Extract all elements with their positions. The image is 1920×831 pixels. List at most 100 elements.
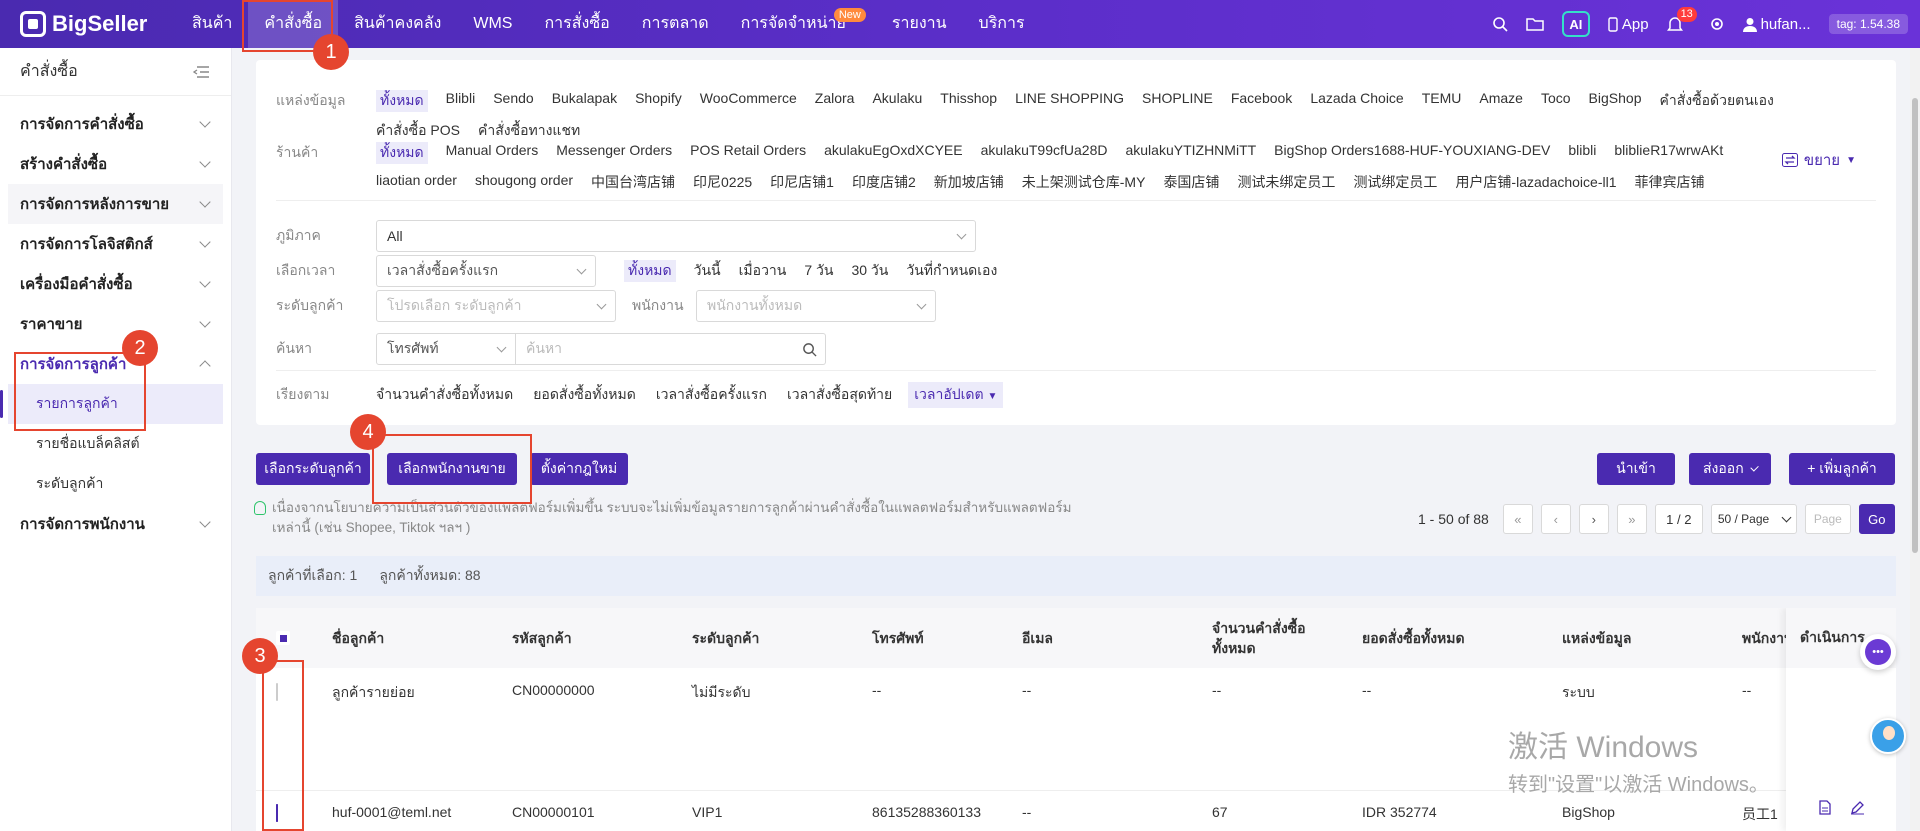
- document-icon[interactable]: [1818, 800, 1832, 815]
- page-jump-input[interactable]: Page: [1804, 504, 1851, 534]
- nav-reports[interactable]: รายงาน: [876, 0, 963, 48]
- expand-stores-button[interactable]: ขยาย ▼: [1781, 148, 1856, 172]
- sidebar-item-customer-level[interactable]: ระดับลูกค้า: [0, 464, 231, 504]
- search-icon[interactable]: [1492, 16, 1508, 32]
- store-option[interactable]: 未上架测试仓库-MY: [1022, 172, 1146, 192]
- staff-select[interactable]: พนักงานทั้งหมด: [696, 290, 936, 322]
- import-button[interactable]: นำเข้า: [1597, 453, 1675, 485]
- last-page-icon[interactable]: »: [1616, 504, 1647, 534]
- source-option[interactable]: Thisshop: [940, 90, 997, 112]
- table-row[interactable]: huf-0001@teml.net CN00000101 VIP1 861352…: [256, 791, 1896, 831]
- source-option[interactable]: Toco: [1541, 90, 1571, 112]
- sort-option-update-time[interactable]: เวลาอัปเดต ▼: [908, 382, 1004, 408]
- search-type-select[interactable]: โทรศัพท์: [376, 333, 516, 365]
- set-customer-level-button[interactable]: เลือกระดับลูกค้า: [256, 453, 370, 485]
- nav-purchasing[interactable]: การสั่งซื้อ: [528, 0, 625, 48]
- bigseller-logo[interactable]: BigSeller: [0, 11, 176, 37]
- nav-products[interactable]: สินค้า: [176, 0, 248, 48]
- store-option[interactable]: akulakuEgOxdXCYEE: [824, 142, 963, 164]
- app-download-link[interactable]: App: [1608, 16, 1649, 33]
- store-option[interactable]: blibli: [1568, 142, 1596, 164]
- store-option[interactable]: Manual Orders: [446, 142, 539, 164]
- store-option[interactable]: 印尼0225: [693, 172, 752, 192]
- nav-marketing[interactable]: การตลาด: [626, 0, 725, 48]
- folder-icon[interactable]: [1526, 16, 1544, 32]
- search-input[interactable]: ค้นหา: [516, 333, 826, 365]
- time-range-option[interactable]: 30 วัน: [851, 260, 888, 282]
- region-select[interactable]: All: [376, 220, 976, 252]
- source-option[interactable]: Amaze: [1479, 90, 1523, 112]
- source-option[interactable]: SHOPLINE: [1142, 90, 1213, 112]
- source-option[interactable]: Facebook: [1231, 90, 1292, 112]
- source-option[interactable]: Shopify: [635, 90, 682, 112]
- source-option[interactable]: คำสั่งซื้อ POS: [376, 120, 460, 142]
- time-range-option[interactable]: 7 วัน: [804, 260, 833, 282]
- sidebar-group-order-tools[interactable]: เครื่องมือคำสั่งซื้อ: [0, 264, 231, 304]
- customer-level-select[interactable]: โปรดเลือก ระดับลูกค้า: [376, 290, 616, 322]
- sort-option[interactable]: เวลาสั่งซื้อครั้งแรก: [656, 384, 767, 406]
- store-option[interactable]: 用户店铺-lazadachoice-ll1: [1455, 172, 1616, 192]
- export-button[interactable]: ส่งออก: [1689, 453, 1771, 485]
- source-option[interactable]: LINE SHOPPING: [1015, 90, 1124, 112]
- store-option[interactable]: 测试未绑定员工: [1237, 172, 1335, 192]
- store-option[interactable]: 印尼店铺1: [770, 172, 834, 192]
- sort-option[interactable]: เวลาสั่งซื้อสุดท้าย: [787, 384, 892, 406]
- store-option[interactable]: akulakuYTIZHNMiTT: [1125, 142, 1256, 164]
- nav-distribution[interactable]: การจัดจำหน่าย New: [725, 0, 866, 48]
- next-page-icon[interactable]: ›: [1578, 504, 1609, 534]
- sidebar-group-order-management[interactable]: การจัดการคำสั่งซื้อ: [0, 104, 231, 144]
- store-option[interactable]: bliblieR17wrwAKt: [1614, 142, 1723, 164]
- go-button[interactable]: Go: [1858, 504, 1895, 534]
- scrollbar-thumb[interactable]: [1912, 98, 1918, 553]
- store-option[interactable]: liaotian order: [376, 172, 457, 192]
- select-all-checkbox[interactable]: [276, 608, 290, 668]
- ai-assistant-button[interactable]: AI: [1561, 11, 1590, 37]
- prev-page-icon[interactable]: ‹: [1540, 504, 1571, 534]
- store-option[interactable]: 印度店铺2: [852, 172, 916, 192]
- page-scrollbar[interactable]: [1910, 48, 1920, 831]
- store-option[interactable]: 泰国店铺: [1163, 172, 1219, 192]
- source-option[interactable]: Sendo: [493, 90, 533, 112]
- nav-inventory[interactable]: สินค้าคงคลัง: [338, 0, 457, 48]
- store-option[interactable]: shougong order: [475, 172, 573, 192]
- sidebar-group-staff-management[interactable]: การจัดการพนักงาน: [0, 504, 231, 544]
- source-option[interactable]: Lazada Choice: [1310, 90, 1403, 112]
- source-option[interactable]: Bukalapak: [552, 90, 617, 112]
- sidebar-group-logistics[interactable]: การจัดการโลจิสติกส์: [0, 224, 231, 264]
- store-option[interactable]: ทั้งหมด: [376, 142, 428, 164]
- sort-option[interactable]: ยอดสั่งซื้อทั้งหมด: [533, 384, 636, 406]
- sort-option[interactable]: จำนวนคำสั่งซื้อทั้งหมด: [376, 384, 513, 406]
- reset-rules-button[interactable]: ตั้งค่ากฎใหม่: [530, 453, 628, 485]
- sidebar-group-after-sales[interactable]: การจัดการหลังการขาย: [8, 184, 223, 224]
- store-option[interactable]: 菲律宾店铺: [1635, 172, 1705, 192]
- source-option[interactable]: ทั้งหมด: [376, 90, 428, 112]
- time-range-option[interactable]: เมื่อวาน: [739, 260, 787, 282]
- nav-wms[interactable]: WMS: [457, 0, 528, 48]
- source-option[interactable]: คำสั่งซื้อทางแชท: [478, 120, 580, 142]
- user-menu[interactable]: hufan...: [1742, 16, 1811, 33]
- store-option[interactable]: 新加坡店铺: [934, 172, 1004, 192]
- time-range-option[interactable]: ทั้งหมด: [624, 260, 676, 282]
- page-size-select[interactable]: 50 / Page: [1710, 504, 1797, 534]
- source-option[interactable]: คำสั่งซื้อด้วยตนเอง: [1659, 90, 1773, 112]
- store-option[interactable]: BigShop Orders1688-HUF-YOUXIANG-DEV: [1274, 142, 1550, 164]
- bell-icon[interactable]: 13: [1666, 6, 1697, 33]
- store-option[interactable]: Messenger Orders: [556, 142, 672, 164]
- source-option[interactable]: Blibli: [446, 90, 476, 112]
- source-option[interactable]: BigShop: [1589, 90, 1642, 112]
- nav-services[interactable]: บริการ: [963, 0, 1041, 48]
- time-type-select[interactable]: เวลาสั่งซื้อครั้งแรก: [376, 255, 596, 287]
- gear-icon[interactable]: [1709, 16, 1725, 32]
- chat-support-button[interactable]: •••: [1860, 634, 1896, 670]
- time-range-option[interactable]: วันที่กำหนดเอง: [906, 260, 997, 282]
- search-icon[interactable]: [802, 342, 817, 357]
- store-option[interactable]: 测试绑定员工: [1353, 172, 1437, 192]
- sidebar-group-pricing[interactable]: ราคาขาย: [0, 304, 231, 344]
- collapse-sidebar-icon[interactable]: [193, 65, 209, 79]
- source-option[interactable]: Akulaku: [872, 90, 922, 112]
- sidebar-group-create-order[interactable]: สร้างคำสั่งซื้อ: [0, 144, 231, 184]
- edit-icon[interactable]: [1850, 800, 1865, 815]
- source-option[interactable]: WooCommerce: [700, 90, 797, 112]
- add-customer-button[interactable]: + เพิ่มลูกค้า: [1789, 453, 1895, 485]
- customer-service-avatar[interactable]: [1870, 718, 1906, 754]
